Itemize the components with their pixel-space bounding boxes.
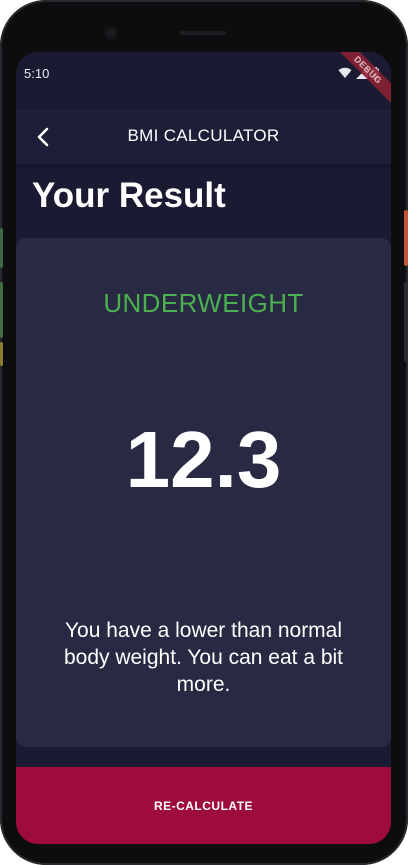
page-title: Your Result [32, 176, 226, 215]
front-camera-icon [104, 26, 118, 40]
bmi-value: 12.3 [125, 415, 282, 504]
recalculate-button[interactable]: RE-CALCULATE [16, 767, 391, 844]
status-time: 5:10 [24, 66, 50, 81]
camera-bar [104, 24, 268, 42]
power-button [404, 210, 408, 266]
frame-edge [0, 282, 3, 338]
result-card: UNDERWEIGHT 12.3 You have a lower than n… [16, 238, 391, 747]
recalculate-label: RE-CALCULATE [153, 798, 254, 813]
app-bar: BMI CALCULATOR [16, 110, 391, 164]
frame-edge [0, 228, 3, 268]
volume-button [404, 282, 408, 362]
status-bar: 5:10 DEBUG [16, 52, 391, 110]
wifi-icon [338, 67, 352, 78]
frame-edge [0, 342, 3, 366]
earpiece-speaker [180, 31, 226, 35]
debug-banner: DEBUG [328, 52, 391, 110]
app-title: BMI CALCULATOR [127, 126, 280, 145]
phone-frame: 5:10 DEBUG BMI CALCULATOR Your Result UN… [0, 0, 408, 865]
result-advice: You have a lower than normal body weight… [63, 619, 344, 696]
result-category: UNDERWEIGHT [103, 288, 304, 318]
app-screen: 5:10 DEBUG BMI CALCULATOR Your Result UN… [16, 52, 391, 844]
